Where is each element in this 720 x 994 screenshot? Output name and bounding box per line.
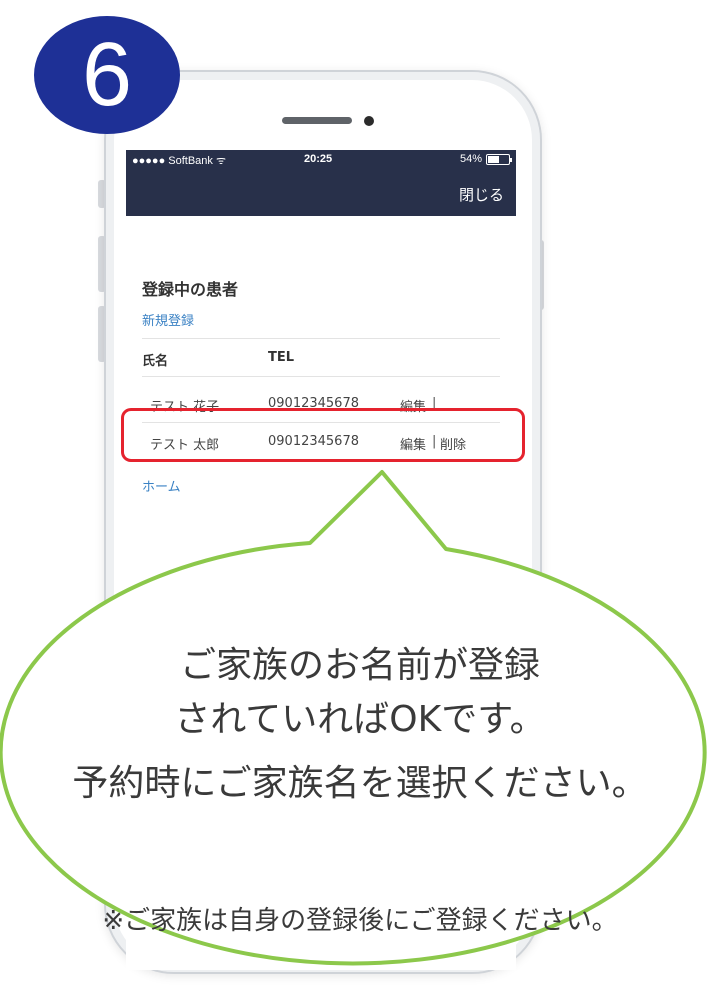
- speech-bubble: [0, 470, 707, 966]
- bubble-line-3: 予約時にご家族名を選択ください。: [72, 763, 648, 804]
- bubble-note: ※ご家族は自身の登録後にご登録ください。: [102, 906, 618, 936]
- bubble-line-2: されていればOKです。: [174, 699, 546, 740]
- step-number-badge: 6: [34, 16, 180, 134]
- bubble-line-1: ご家族のお名前が登録: [179, 645, 540, 686]
